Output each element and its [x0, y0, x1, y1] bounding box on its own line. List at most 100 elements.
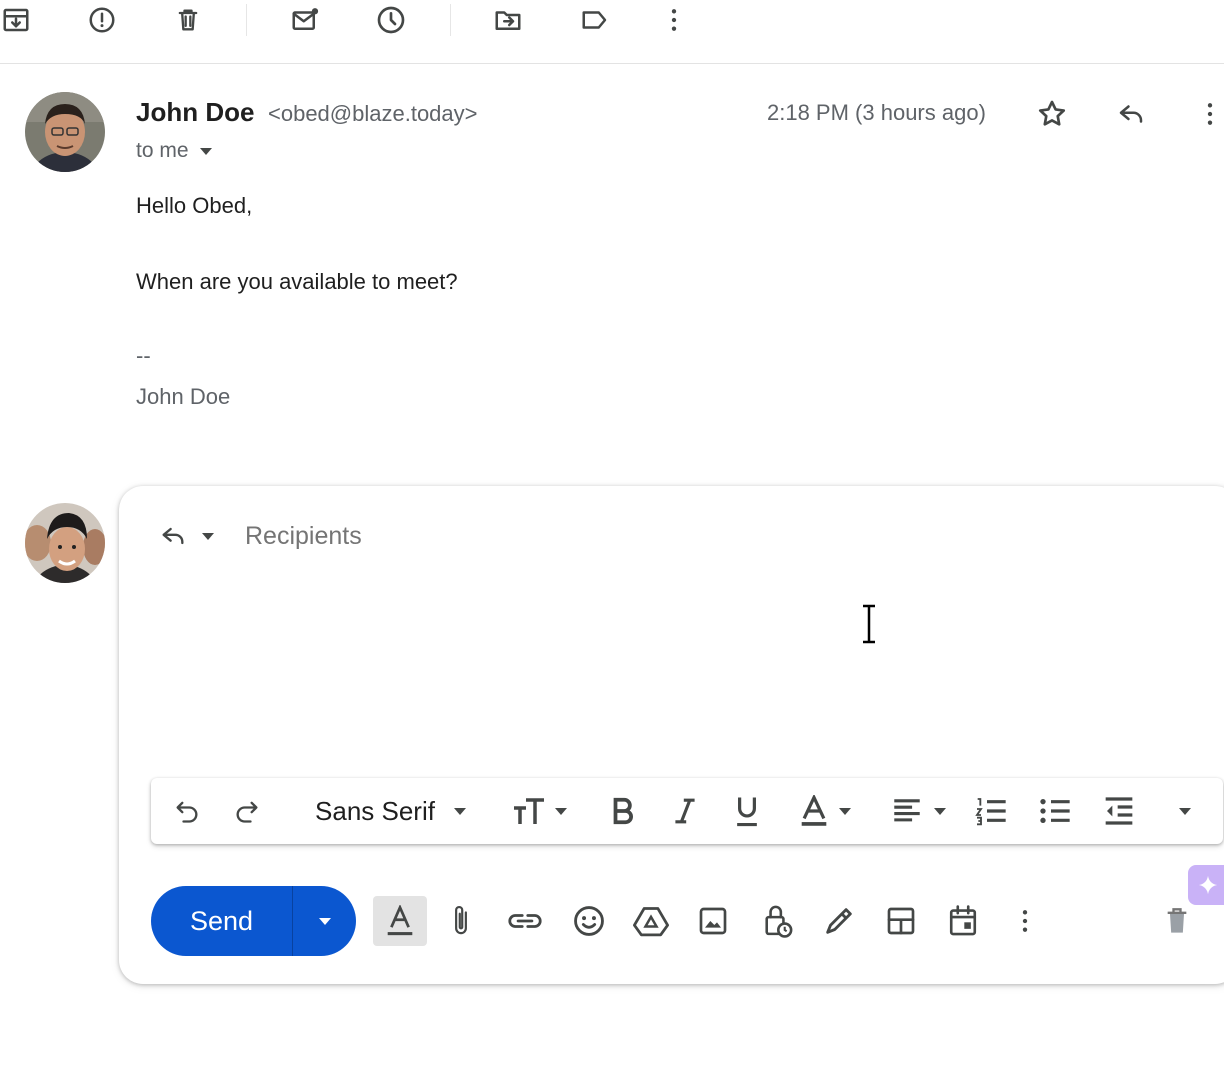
indent-less-button[interactable] — [1099, 791, 1139, 831]
mark-unread-icon — [292, 8, 319, 30]
numbered-list-icon — [975, 798, 1006, 826]
archive-button[interactable] — [0, 2, 34, 38]
calendar-icon — [949, 905, 977, 936]
format-text-icon — [387, 905, 413, 936]
send-options-button[interactable] — [293, 886, 356, 956]
more-formatting-button[interactable] — [1165, 791, 1205, 831]
signature-separator: -- — [136, 343, 151, 368]
toolbar-divider — [450, 4, 451, 36]
more-options-button[interactable] — [656, 2, 692, 38]
snooze-button[interactable] — [373, 2, 409, 38]
recipient-details-toggle[interactable]: to me — [136, 139, 213, 163]
move-to-icon — [495, 11, 521, 30]
numbered-list-button[interactable] — [971, 791, 1011, 831]
send-button-group: Send — [151, 886, 356, 956]
text-color-select[interactable] — [793, 791, 859, 831]
delete-button[interactable] — [170, 2, 206, 38]
toolbar-divider — [246, 4, 247, 36]
more-vert-icon — [1207, 103, 1213, 125]
reply-button[interactable] — [1111, 94, 1151, 134]
caret-down-icon — [839, 808, 851, 815]
formatting-options-toggle[interactable] — [373, 896, 427, 946]
sender-avatar-image — [25, 92, 105, 172]
underline-button[interactable] — [727, 791, 767, 831]
font-size-select[interactable] — [507, 791, 573, 831]
message-greeting: Hello Obed, — [136, 193, 253, 218]
reply-icon — [1119, 105, 1143, 123]
photo-icon — [699, 907, 727, 935]
move-to-button[interactable] — [490, 2, 526, 38]
align-select[interactable] — [887, 791, 951, 831]
font-family-select[interactable]: Sans Serif — [301, 791, 481, 831]
message-more-button[interactable] — [1190, 94, 1224, 134]
signature-pen-icon — [826, 908, 852, 934]
bulleted-list-icon — [1040, 799, 1070, 823]
message-body: When are you available to meet? — [136, 269, 458, 294]
message-timestamp: 2:18 PM (3 hours ago) — [767, 100, 986, 125]
to-label: to me — [136, 139, 189, 162]
insert-link-button[interactable] — [503, 896, 547, 946]
redo-button[interactable] — [229, 791, 265, 831]
report-spam-button[interactable] — [84, 2, 120, 38]
message-toolbar — [0, 0, 1224, 64]
layouts-button[interactable] — [879, 896, 923, 946]
more-vert-icon — [671, 9, 677, 31]
text-size-icon — [514, 798, 544, 824]
label-icon — [582, 11, 607, 29]
italic-button[interactable] — [665, 791, 705, 831]
redo-icon — [236, 801, 258, 823]
reply-compose-card: Sans Serif — [119, 486, 1224, 984]
google-drive-icon — [633, 907, 669, 937]
recipients-input[interactable] — [245, 522, 845, 551]
caret-down-icon — [453, 808, 466, 815]
bold-button[interactable] — [603, 791, 643, 831]
indent-less-icon — [1105, 797, 1133, 825]
caret-down-icon — [199, 148, 212, 155]
formatting-toolbar: Sans Serif — [151, 778, 1223, 844]
layout-icon — [887, 907, 915, 935]
user-avatar[interactable] — [25, 503, 105, 583]
star-icon — [1038, 100, 1066, 126]
undo-button[interactable] — [169, 791, 205, 831]
reply-type-selector[interactable] — [157, 522, 215, 550]
caret-down-icon — [1179, 808, 1191, 815]
insert-signature-button[interactable] — [817, 896, 861, 946]
text-cursor-icon — [863, 604, 875, 644]
caret-down-icon — [318, 918, 331, 925]
reply-icon — [162, 527, 184, 545]
set-up-time-button[interactable] — [941, 896, 985, 946]
insert-drive-button[interactable] — [629, 896, 673, 946]
text-color-icon — [801, 795, 827, 826]
more-options-button[interactable] — [1003, 896, 1047, 946]
emoji-icon — [574, 906, 604, 936]
attach-icon — [455, 906, 467, 935]
report-spam-icon — [89, 7, 115, 33]
attach-files-button[interactable] — [439, 896, 483, 946]
undo-icon — [176, 801, 198, 823]
send-button[interactable]: Send — [151, 886, 293, 956]
bulleted-list-button[interactable] — [1035, 791, 1075, 831]
align-left-icon — [894, 799, 920, 822]
delete-icon — [1167, 908, 1187, 933]
sparkle-icon — [1198, 875, 1218, 895]
insert-emoji-button[interactable] — [567, 896, 611, 946]
more-vert-icon — [1022, 910, 1028, 932]
lock-clock-icon — [765, 905, 793, 938]
font-family-label: Sans Serif — [315, 795, 435, 826]
gemini-side-panel-tab[interactable] — [1188, 865, 1224, 905]
star-button[interactable] — [1032, 94, 1072, 134]
caret-down-icon — [202, 533, 214, 540]
sender-name[interactable]: John Doe — [136, 97, 254, 128]
link-icon — [508, 914, 542, 928]
archive-icon — [3, 8, 29, 32]
confidential-mode-button[interactable] — [755, 896, 799, 946]
mark-unread-button[interactable] — [287, 2, 323, 38]
sender-email: <obed@blaze.today> — [268, 101, 478, 126]
insert-photo-button[interactable] — [691, 896, 735, 946]
underline-icon — [737, 797, 757, 827]
sender-avatar[interactable] — [25, 92, 105, 172]
italic-icon — [675, 798, 695, 824]
label-button[interactable] — [577, 2, 613, 38]
user-avatar-image — [25, 503, 105, 583]
signature-name: John Doe — [136, 384, 231, 409]
